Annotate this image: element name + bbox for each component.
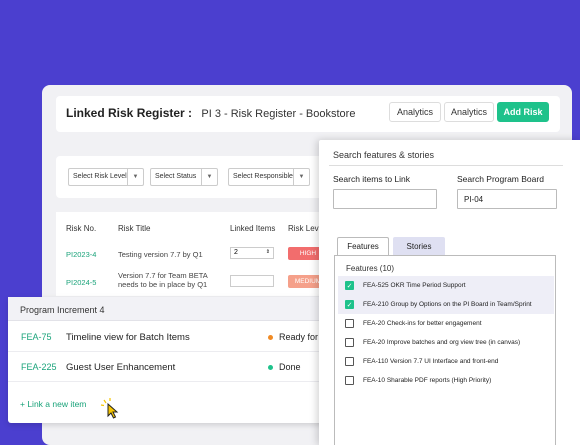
pointer-cursor-icon [100,398,119,419]
status-label: Ready for [268,332,318,342]
checkbox-icon[interactable] [345,319,354,328]
program-board-label: Search Program Board [457,174,544,184]
page-title: Linked Risk Register : [66,106,193,120]
feature-label: FEA-210 Group by Options on the PI Board… [363,301,532,308]
linked-items-input[interactable] [230,275,274,287]
chevron-down-icon: ▼ [293,169,309,185]
feature-label: FEA-20 Improve batches and org view tree… [363,339,521,346]
chevron-down-icon: ▼ [127,169,143,185]
status-dot-icon [268,365,273,371]
risk-level-select[interactable]: Select Risk Level ▼ [68,168,144,186]
list-item[interactable]: FEA-20 Check-ins for better engagement [338,314,554,333]
checkbox-icon[interactable] [345,338,354,347]
item-title: Timeline view for Batch Items [66,332,190,343]
feature-label: FEA-525 OKR Time Period Support [363,282,466,289]
item-id-link[interactable]: FEA-225 [21,362,57,372]
divider [329,165,563,166]
item-title: Guest User Enhancement [66,362,176,373]
risk-title: Testing version 7.7 by Q1 [118,250,203,259]
list-item[interactable]: ✓ FEA-525 OKR Time Period Support [338,276,554,295]
stepper-arrows-icon: ⇕ [265,249,270,255]
checkbox-checked-icon[interactable]: ✓ [345,300,354,309]
search-items-label: Search items to Link [333,174,411,184]
search-items-input[interactable] [333,189,437,209]
responsible-select[interactable]: Select Responsible ▼ [228,168,310,186]
link-new-item-button[interactable]: + Link a new item [20,399,86,409]
feature-label: FEA-110 Version 7.7 UI Interface and fro… [363,358,499,365]
analytics-button[interactable]: Analytics [389,102,441,122]
program-increment-card: Program Increment 4 FEA-75 Timeline view… [8,297,330,423]
feature-label: FEA-20 Check-ins for better engagement [363,320,482,327]
status-text: Done [279,362,301,372]
features-heading: Features (10) [346,264,395,273]
features-list: Features (10) ✓ FEA-525 OKR Time Period … [334,255,556,445]
list-item[interactable]: FEA-225 Guest User Enhancement Done [8,352,330,382]
status-select-label: Select Status [155,173,197,180]
status-label: Done [268,362,301,372]
risk-table: Risk No. Risk Title Linked Items Risk Le… [56,212,328,296]
responsible-select-label: Select Responsible [233,173,293,180]
risk-register-header: Linked Risk Register : PI 3 - Risk Regis… [56,96,560,132]
linked-items-value: 2 [234,249,238,256]
list-item[interactable]: ✓ FEA-210 Group by Options on the PI Boa… [338,295,554,314]
risk-id-link[interactable]: PI2023-4 [66,250,96,259]
tab-stories[interactable]: Stories [393,237,445,255]
checkbox-icon[interactable] [345,376,354,385]
add-risk-button[interactable]: Add Risk [497,102,549,122]
column-header: Risk Title [118,224,151,233]
program-increment-title: Program Increment 4 [8,297,330,321]
list-item[interactable]: FEA-20 Improve batches and org view tree… [338,333,554,352]
column-header: Linked Items [230,224,276,233]
tab-features[interactable]: Features [337,237,389,255]
risk-id-link[interactable]: PI2024-5 [66,278,96,287]
page-subtitle: PI 3 - Risk Register - Bookstore [201,108,356,120]
item-id-link[interactable]: FEA-75 [21,332,52,342]
panel-title: Search features & stories [333,150,435,160]
analytics-button-2[interactable]: Analytics [444,102,494,122]
status-text: Ready for [279,332,319,342]
chevron-down-icon: ▼ [201,169,217,185]
list-item[interactable]: FEA-75 Timeline view for Batch Items Rea… [8,322,330,352]
checkbox-checked-icon[interactable]: ✓ [345,281,354,290]
linked-items-stepper[interactable]: 2 ⇕ [230,247,274,259]
status-select[interactable]: Select Status ▼ [150,168,218,186]
checkbox-icon[interactable] [345,357,354,366]
list-item[interactable]: FEA-10 Sharable PDF reports (High Priori… [338,371,554,390]
search-features-panel: Search features & stories Search items t… [319,140,580,445]
filter-bar: Select Risk Level ▼ Select Status ▼ Sele… [56,156,326,198]
column-header: Risk No. [66,224,97,233]
risk-level-select-label: Select Risk Level [73,173,127,180]
program-board-input[interactable]: PI-04 [457,189,557,209]
status-dot-icon [268,335,273,341]
risk-title: Version 7.7 for Team BETA needs to be in… [118,271,208,289]
feature-label: FEA-10 Sharable PDF reports (High Priori… [363,377,492,384]
list-item[interactable]: FEA-110 Version 7.7 UI Interface and fro… [338,352,554,371]
